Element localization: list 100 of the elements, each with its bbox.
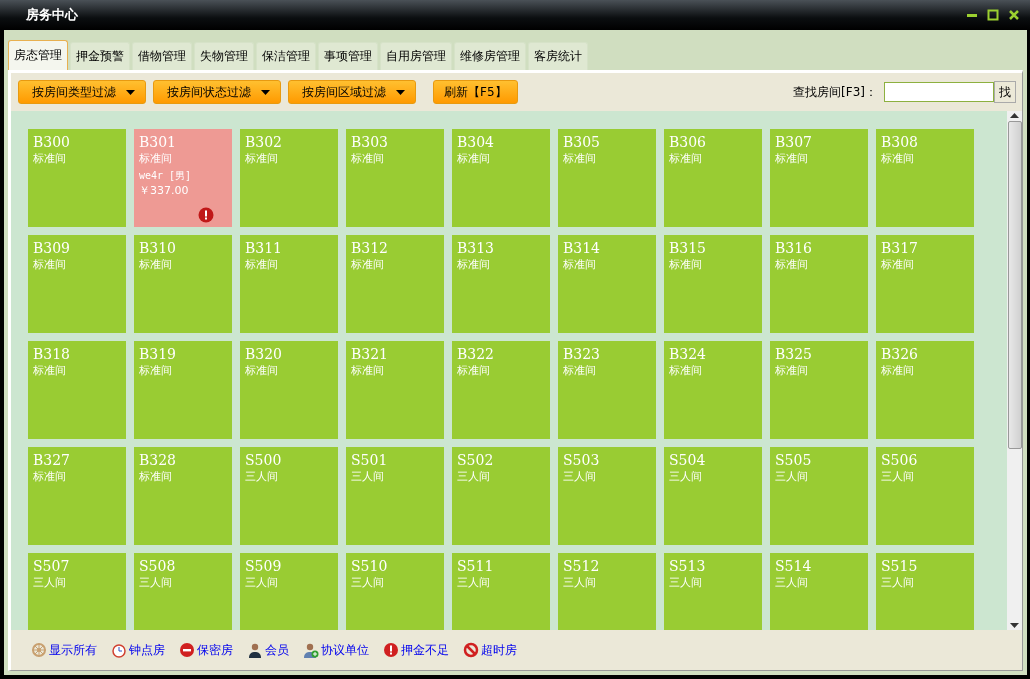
room-tile[interactable]: S510 三人间 bbox=[346, 553, 444, 630]
room-tile[interactable]: B310 标准间 bbox=[134, 235, 232, 333]
maximize-button[interactable] bbox=[985, 7, 1001, 23]
room-number: S514 bbox=[775, 557, 813, 575]
room-number: B320 bbox=[245, 345, 283, 363]
scroll-down-icon[interactable] bbox=[1010, 623, 1019, 628]
legend-link[interactable]: 钟点房 bbox=[111, 641, 165, 659]
tab[interactable]: 借物管理 bbox=[132, 42, 192, 70]
room-number: B302 bbox=[245, 133, 283, 151]
tab[interactable]: 押金预警 bbox=[70, 42, 130, 70]
room-tile[interactable]: S502 三人间 bbox=[452, 447, 550, 545]
room-tile[interactable]: B316 标准间 bbox=[770, 235, 868, 333]
room-tile[interactable]: S514 三人间 bbox=[770, 553, 868, 630]
search-field[interactable] bbox=[884, 82, 994, 102]
room-tile[interactable]: S515 三人间 bbox=[876, 553, 974, 630]
room-tile[interactable]: S507 三人间 bbox=[28, 553, 126, 630]
room-type: 三人间 bbox=[351, 469, 385, 484]
room-tile[interactable]: S509 三人间 bbox=[240, 553, 338, 630]
refresh-button[interactable]: 刷新【F5】 bbox=[433, 80, 518, 104]
room-tile[interactable]: S512 三人间 bbox=[558, 553, 656, 630]
room-type: 标准间 bbox=[563, 363, 597, 378]
room-tile[interactable]: S501 三人间 bbox=[346, 447, 444, 545]
tab[interactable]: 保洁管理 bbox=[256, 42, 316, 70]
legend-link[interactable]: 会员 bbox=[247, 641, 289, 659]
room-tile[interactable]: B305 标准间 bbox=[558, 129, 656, 227]
window-title: 房务中心 bbox=[26, 6, 79, 24]
room-number: B315 bbox=[669, 239, 707, 257]
room-tile[interactable]: B304 标准间 bbox=[452, 129, 550, 227]
room-number: B319 bbox=[139, 345, 177, 363]
room-tile[interactable]: S508 三人间 bbox=[134, 553, 232, 630]
room-number: B307 bbox=[775, 133, 813, 151]
scroll-up-icon[interactable] bbox=[1010, 113, 1019, 118]
tab[interactable]: 失物管理 bbox=[194, 42, 254, 70]
room-tile[interactable]: B314 标准间 bbox=[558, 235, 656, 333]
room-tile[interactable]: B325 标准间 bbox=[770, 341, 868, 439]
room-tile[interactable]: S503 三人间 bbox=[558, 447, 656, 545]
room-type: 三人间 bbox=[669, 575, 703, 590]
room-tile[interactable]: B317 标准间 bbox=[876, 235, 974, 333]
room-tile[interactable]: B309 标准间 bbox=[28, 235, 126, 333]
room-number: B316 bbox=[775, 239, 813, 257]
maximize-icon bbox=[987, 9, 999, 21]
tab[interactable]: 客房统计 bbox=[528, 42, 588, 70]
filter-dropdown[interactable]: 按房间区域过滤 bbox=[288, 80, 416, 104]
room-tile[interactable]: B326 标准间 bbox=[876, 341, 974, 439]
legend-link[interactable]: 协议单位 bbox=[303, 641, 369, 659]
room-tile[interactable]: B321 标准间 bbox=[346, 341, 444, 439]
room-tile[interactable]: B307 标准间 bbox=[770, 129, 868, 227]
close-icon bbox=[1008, 9, 1020, 21]
find-button[interactable]: 找 bbox=[994, 81, 1016, 103]
room-number: B305 bbox=[563, 133, 601, 151]
room-number: B308 bbox=[881, 133, 919, 151]
room-tile[interactable]: B319 标准间 bbox=[134, 341, 232, 439]
room-tile[interactable]: B300 标准间 bbox=[28, 129, 126, 227]
room-tile[interactable]: B312 标准间 bbox=[346, 235, 444, 333]
room-tile[interactable]: B324 标准间 bbox=[664, 341, 762, 439]
room-tile[interactable]: B315 标准间 bbox=[664, 235, 762, 333]
room-type: 三人间 bbox=[775, 575, 809, 590]
scrollbar-thumb[interactable] bbox=[1007, 121, 1022, 449]
room-tile[interactable]: B313 标准间 bbox=[452, 235, 550, 333]
room-tile[interactable]: B320 标准间 bbox=[240, 341, 338, 439]
room-tile[interactable]: S500 三人间 bbox=[240, 447, 338, 545]
room-number: B304 bbox=[457, 133, 495, 151]
room-number: B306 bbox=[669, 133, 707, 151]
filter-dropdown[interactable]: 按房间类型过滤 bbox=[18, 80, 146, 104]
room-tile[interactable]: B323 标准间 bbox=[558, 341, 656, 439]
room-price: ￥337.00 bbox=[139, 183, 190, 198]
room-tile[interactable]: S506 三人间 bbox=[876, 447, 974, 545]
legend-link[interactable]: 超时房 bbox=[463, 641, 517, 659]
room-tile[interactable]: B318 标准间 bbox=[28, 341, 126, 439]
room-number: B309 bbox=[33, 239, 71, 257]
tab[interactable]: 房态管理 bbox=[8, 40, 68, 70]
room-tile[interactable]: S504 三人间 bbox=[664, 447, 762, 545]
room-tile[interactable]: B322 标准间 bbox=[452, 341, 550, 439]
filter-dropdown[interactable]: 按房间状态过滤 bbox=[153, 80, 281, 104]
room-number: S515 bbox=[881, 557, 919, 575]
legend-link[interactable]: 显示所有 bbox=[31, 641, 97, 659]
room-tile[interactable]: B311 标准间 bbox=[240, 235, 338, 333]
room-type: 三人间 bbox=[669, 469, 703, 484]
scrollbar[interactable] bbox=[1007, 111, 1022, 630]
legend-link[interactable]: 保密房 bbox=[179, 641, 233, 659]
room-tile[interactable]: B308 标准间 bbox=[876, 129, 974, 227]
legend-link[interactable]: 押金不足 bbox=[383, 641, 449, 659]
room-type: 三人间 bbox=[245, 575, 279, 590]
room-tile[interactable]: S505 三人间 bbox=[770, 447, 868, 545]
room-tile[interactable]: B328 标准间 bbox=[134, 447, 232, 545]
room-tile[interactable]: S513 三人间 bbox=[664, 553, 762, 630]
tab[interactable]: 自用房管理 bbox=[380, 42, 452, 70]
room-tile[interactable]: B303 标准间 bbox=[346, 129, 444, 227]
tab[interactable]: 事项管理 bbox=[318, 42, 378, 70]
room-tile[interactable]: B301 标准间 we4r [男] ￥337.00 bbox=[134, 129, 232, 227]
guest-name: we4r [男] bbox=[139, 169, 193, 183]
room-number: B310 bbox=[139, 239, 177, 257]
room-tile[interactable]: B302 标准间 bbox=[240, 129, 338, 227]
room-tile[interactable]: B306 标准间 bbox=[664, 129, 762, 227]
room-tile[interactable]: B327 标准间 bbox=[28, 447, 126, 545]
room-number: B313 bbox=[457, 239, 495, 257]
room-type: 标准间 bbox=[881, 257, 915, 272]
tab[interactable]: 维修房管理 bbox=[454, 42, 526, 70]
room-tile[interactable]: S511 三人间 bbox=[452, 553, 550, 630]
room-number: B311 bbox=[245, 239, 283, 257]
